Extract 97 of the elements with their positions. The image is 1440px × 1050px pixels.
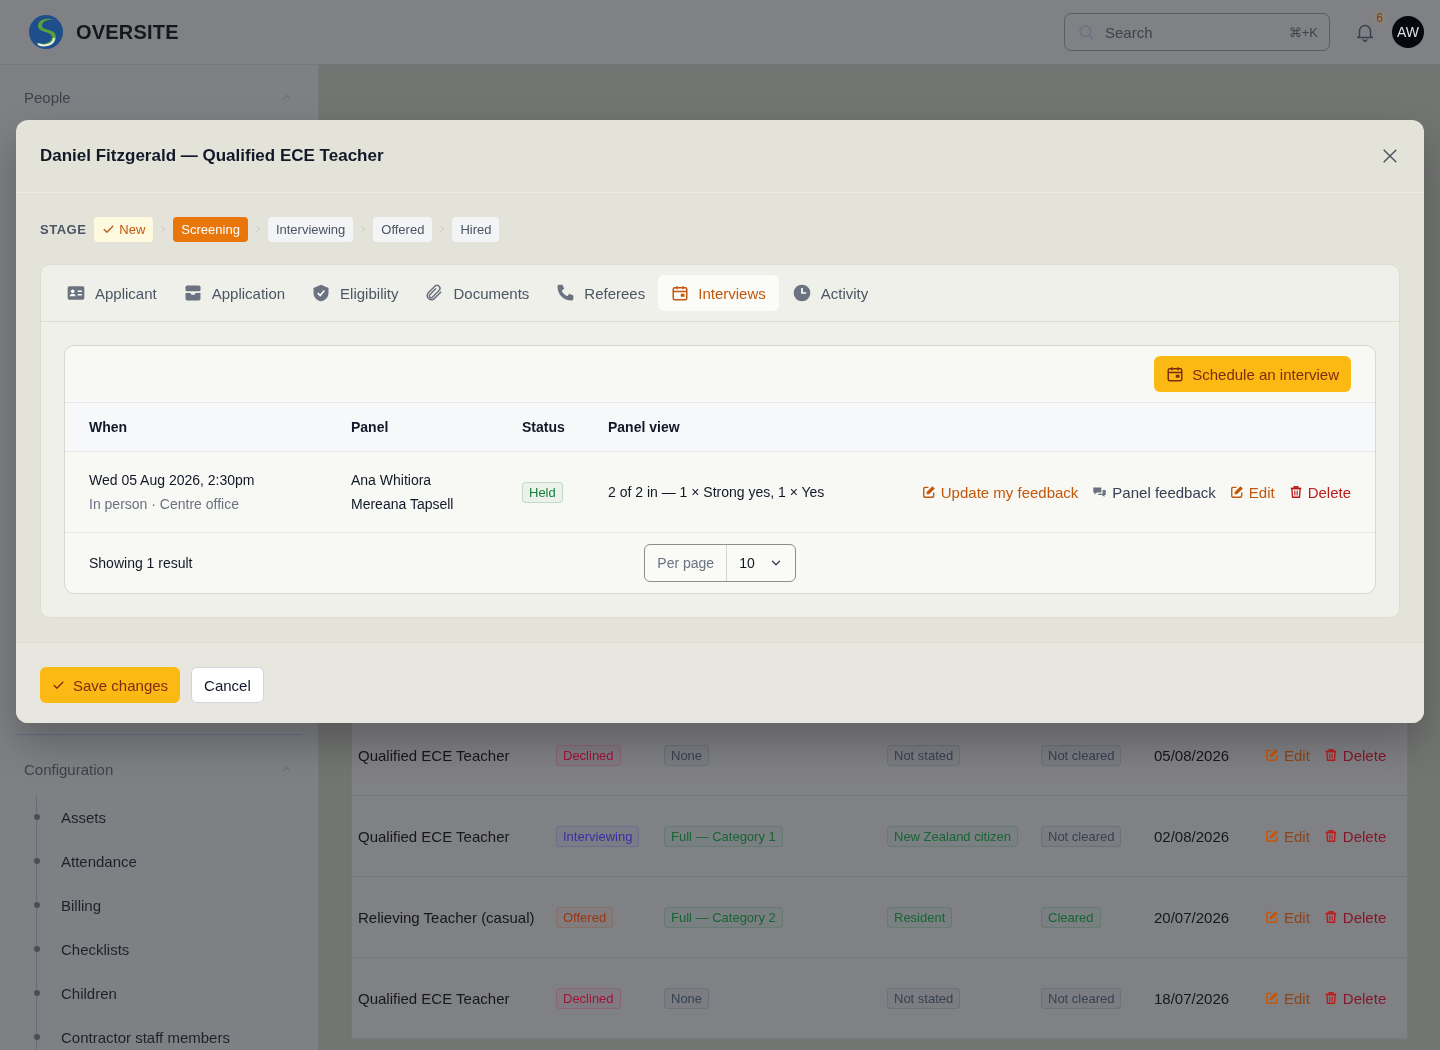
- table-cell-text: Qualified ECE Teacher: [358, 746, 511, 764]
- date-cell-text: 05/08/2026: [1154, 746, 1231, 764]
- user-avatar[interactable]: AW: [1392, 16, 1424, 48]
- status-badge: Cleared: [1041, 906, 1101, 928]
- date-cell-text: 20/07/2026: [1154, 908, 1231, 926]
- edit-icon: [1265, 991, 1279, 1005]
- tab[interactable]: Documents: [411, 275, 543, 311]
- bullet-dot: [33, 858, 40, 864]
- tab[interactable]: Referees: [542, 275, 659, 311]
- edit-icon: [1265, 910, 1279, 924]
- trash-icon: [1323, 991, 1338, 1005]
- id-card-icon: [66, 283, 86, 303]
- status-badge: Not cleared: [1041, 987, 1122, 1009]
- panel-view-cell-text: 2 of 2 in — 1 × Strong yes, 1 × Yes: [608, 484, 826, 500]
- phone-icon: [555, 283, 576, 303]
- status-badge: None: [664, 744, 710, 766]
- calendar-icon: [1166, 365, 1185, 383]
- edit-action[interactable]: Edit: [1229, 483, 1275, 501]
- sidebar-item[interactable]: Attendance: [61, 852, 137, 870]
- status-badge: New Zealand citizen: [887, 825, 1019, 847]
- stage-pill[interactable]: Offered: [373, 216, 433, 242]
- edit-icon: [1265, 829, 1279, 843]
- calendar-icon: [671, 284, 690, 302]
- status-badge: None: [664, 987, 710, 1009]
- tab[interactable]: Applicant: [53, 275, 170, 311]
- stage-pill[interactable]: Hired: [452, 216, 500, 242]
- delete-action[interactable]: Delete: [1323, 989, 1387, 1007]
- trash-icon: [1323, 748, 1338, 762]
- delete-action[interactable]: Delete: [1323, 746, 1387, 764]
- status-badge: Interviewing: [556, 825, 640, 847]
- status-badge: Full — Category 2: [664, 906, 783, 928]
- delete-action[interactable]: Delete: [1323, 908, 1387, 926]
- cancel-button[interactable]: Cancel: [191, 667, 264, 703]
- delete-action[interactable]: Delete: [1288, 483, 1351, 501]
- bullet-dot: [33, 1034, 40, 1040]
- update-feedback-action[interactable]: Update my feedback: [921, 483, 1079, 501]
- status-badge: Not cleared: [1041, 744, 1122, 766]
- logo-text: OVERSITE: [76, 20, 179, 44]
- table-cell-text: Qualified ECE Teacher: [358, 827, 511, 845]
- panel-member: Mereana Tapsell: [351, 496, 455, 512]
- status-badge: Declined: [556, 744, 621, 766]
- status-badge: Offered: [556, 906, 614, 928]
- sidebar-item[interactable]: Assets: [61, 808, 106, 826]
- sidebar-item[interactable]: Billing: [61, 896, 102, 914]
- status-badge: Not stated: [887, 987, 961, 1009]
- status-badge: Resident: [887, 906, 953, 928]
- when-cell-text: Wed 05 Aug 2026, 2:30pm: [89, 472, 256, 488]
- sidebar-item[interactable]: Children: [61, 984, 117, 1002]
- tab[interactable]: Interviews: [658, 275, 779, 311]
- logo-icon: [28, 14, 64, 50]
- edit-icon: [1265, 748, 1279, 762]
- location-text: In person · Centre office: [89, 496, 240, 512]
- status-badge: Not stated: [887, 744, 961, 766]
- notification-count: 6: [1373, 11, 1386, 25]
- tab[interactable]: Activity: [778, 275, 882, 311]
- tab[interactable]: Eligibility: [298, 275, 412, 311]
- bullet-dot: [33, 902, 40, 908]
- delete-action[interactable]: Delete: [1323, 827, 1387, 845]
- bullet-dot: [33, 946, 40, 952]
- section-title[interactable]: Configuration: [24, 760, 114, 778]
- status-badge: Held: [522, 481, 563, 503]
- stage-pill[interactable]: New: [94, 216, 154, 242]
- per-page-select[interactable]: Per page 10: [644, 544, 796, 582]
- date-cell-text: 02/08/2026: [1154, 827, 1231, 845]
- edit-icon: [1229, 485, 1244, 499]
- panel-feedback-action[interactable]: Panel feedback: [1092, 483, 1216, 501]
- modal-title: Daniel Fitzgerald — Qualified ECE Teacher: [40, 146, 384, 166]
- trash-icon: [1288, 485, 1303, 499]
- status-badge: Declined: [556, 987, 621, 1009]
- stage-pill[interactable]: Screening: [173, 216, 248, 242]
- sidebar-item[interactable]: Checklists: [61, 940, 130, 958]
- bullet-dot: [33, 990, 40, 996]
- column-header: When: [89, 419, 129, 435]
- table-cell-text: Relieving Teacher (casual): [358, 908, 536, 926]
- column-header: Status: [522, 419, 566, 435]
- schedule-button[interactable]: Schedule an interview: [1154, 356, 1351, 392]
- date-cell-text: 18/07/2026: [1154, 989, 1231, 1007]
- edit-icon: [921, 485, 936, 499]
- status-badge: Not cleared: [1041, 825, 1122, 847]
- sidebar-item[interactable]: Contractor staff members: [61, 1028, 230, 1046]
- save-button[interactable]: Save changes: [40, 667, 181, 703]
- result-count: Showing 1 result: [89, 555, 194, 571]
- column-header: Panel view: [608, 419, 681, 435]
- column-header: Panel: [351, 419, 390, 435]
- shortcut-hint: ⌘+K: [1288, 24, 1318, 40]
- status-badge: Full — Category 1: [664, 825, 783, 847]
- bullet-dot: [33, 814, 40, 820]
- trash-icon: [1323, 910, 1338, 924]
- clock-icon: [791, 283, 812, 303]
- table-cell-text: Qualified ECE Teacher: [358, 989, 511, 1007]
- stage-label: STAGE: [40, 221, 87, 237]
- tab[interactable]: Application: [169, 275, 299, 311]
- panel-member: Ana Whitiora: [351, 472, 433, 488]
- section-title[interactable]: People: [24, 88, 71, 106]
- shield-icon: [311, 283, 332, 303]
- trash-icon: [1323, 829, 1338, 843]
- stage-pill[interactable]: Interviewing: [267, 216, 354, 242]
